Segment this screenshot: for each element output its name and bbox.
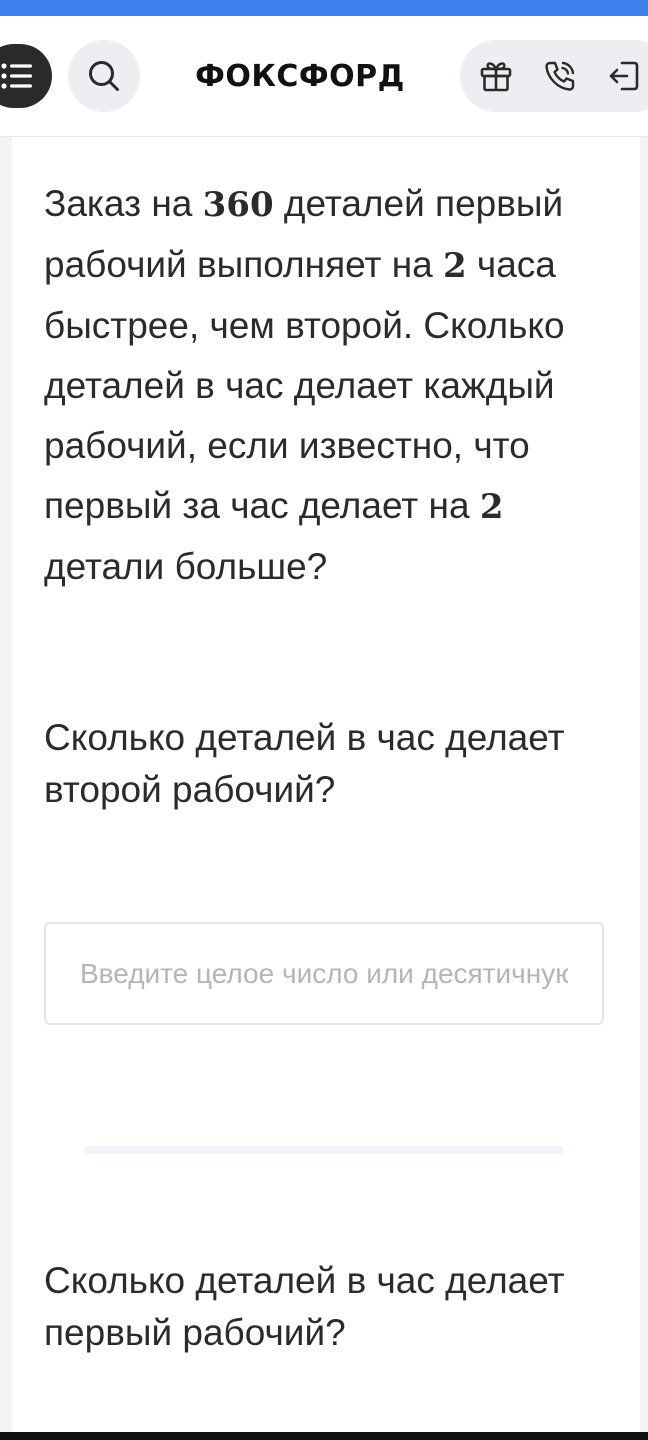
gift-button[interactable] xyxy=(476,56,516,96)
phone-icon xyxy=(542,58,578,94)
problem-number: 2 xyxy=(479,487,504,527)
gift-icon xyxy=(478,58,514,94)
search-button[interactable] xyxy=(68,40,140,112)
system-navigation-bar xyxy=(0,1432,648,1440)
site-header: ФОКСФОРД xyxy=(0,16,648,137)
header-actions xyxy=(460,40,648,112)
browser-top-stripe xyxy=(0,0,648,16)
problem-text-part: часа быстрее, чем второй. Сколько детале… xyxy=(44,244,565,526)
login-icon xyxy=(606,58,642,94)
answer-input-second-worker[interactable] xyxy=(44,922,604,1025)
search-icon xyxy=(86,58,122,94)
problem-text-part: Заказ на xyxy=(44,183,203,224)
list-menu-icon xyxy=(0,61,35,91)
problem-text-part: детали больше? xyxy=(44,546,328,587)
section-divider xyxy=(84,1146,564,1154)
problem-statement: Заказ на 360 деталей первый рабочий выпо… xyxy=(44,174,604,597)
problem-number: 2 xyxy=(442,246,467,286)
login-button[interactable] xyxy=(604,56,644,96)
menu-button[interactable] xyxy=(0,44,52,108)
site-logo[interactable]: ФОКСФОРД xyxy=(190,54,410,98)
question-first-worker: Сколько деталей в час делает первый рабо… xyxy=(44,1260,565,1353)
question-second-worker: Сколько деталей в час делает второй рабо… xyxy=(44,717,565,810)
phone-button[interactable] xyxy=(540,56,580,96)
problem-number: 360 xyxy=(202,185,274,225)
